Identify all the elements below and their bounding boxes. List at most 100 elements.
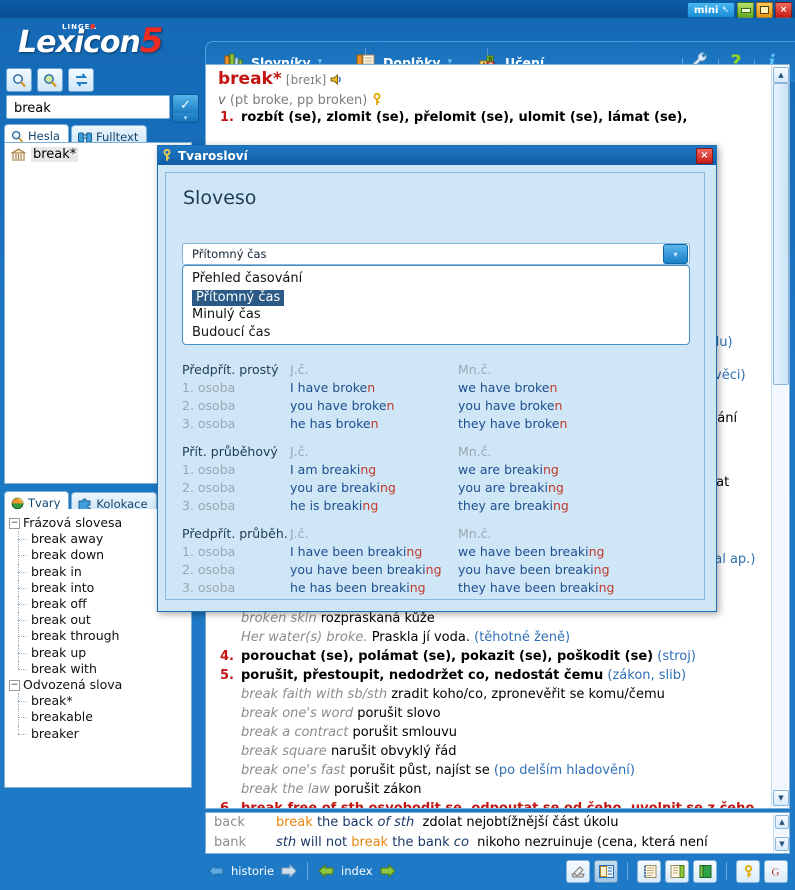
- tree-group[interactable]: − Odvozená slova: [9, 677, 191, 693]
- conjugation-table-present-continuous: Přít. průběhový J.č. Mn.č. 1. osoba I am…: [182, 443, 690, 515]
- phrase-row[interactable]: back break the back of sth zdolat nejobt…: [206, 813, 789, 833]
- scroll-up-button[interactable]: ▲: [773, 67, 789, 83]
- dropdown-option[interactable]: Přehled časování: [183, 270, 689, 288]
- dropdown-option-selected-wrap: Přítomný čas: [183, 288, 689, 306]
- minimize-button[interactable]: [737, 2, 754, 18]
- green-book-icon[interactable]: [693, 859, 717, 883]
- singular-form: I am breaking: [290, 462, 377, 477]
- notes-icon[interactable]: [637, 859, 661, 883]
- phrase-row[interactable]: bank sth will not break the bank co niko…: [206, 833, 789, 853]
- tree-item[interactable]: break*: [9, 693, 191, 710]
- key-icon[interactable]: [371, 92, 383, 108]
- toolbar-divider: [726, 862, 727, 880]
- search-icon[interactable]: [6, 68, 32, 92]
- dropdown-option[interactable]: Budoucí čas: [183, 324, 689, 342]
- check-icon: ✓: [180, 97, 191, 113]
- search-options-dropdown[interactable]: ▾: [172, 113, 199, 123]
- phrases-scroll-up[interactable]: ▲: [775, 815, 789, 829]
- index-forward-button[interactable]: [377, 861, 399, 881]
- notepad-icon[interactable]: [665, 859, 689, 883]
- list-item-label: break*: [31, 147, 79, 162]
- index-back-button[interactable]: [315, 861, 337, 881]
- example-cz: porušit slovo: [357, 706, 441, 721]
- plural-header: Mn.č.: [458, 526, 492, 541]
- table-row: 3. osoba he is breaking they are breakin…: [182, 497, 690, 515]
- sense-line: 5. porušit, přestoupit, nedodržet co, ned…: [218, 666, 767, 685]
- tree-item[interactable]: break through: [9, 628, 191, 645]
- maximize-button[interactable]: [756, 2, 773, 18]
- table-header-row: Předpřít. prostý J.č. Mn.č.: [182, 361, 690, 379]
- tree-item[interactable]: break with: [9, 660, 191, 677]
- tense-select[interactable]: Přítomný čas ▾: [182, 243, 690, 265]
- sense-text: break free of sth osvobodit se, odpoutat…: [241, 801, 760, 809]
- mini-label: mini: [694, 4, 719, 16]
- sense-number: 4.: [220, 649, 234, 664]
- pronounce-icon[interactable]: [566, 859, 590, 883]
- close-button[interactable]: ×: [775, 2, 792, 18]
- mini-mode-button[interactable]: mini ➴: [687, 2, 735, 18]
- speaker-icon[interactable]: [330, 73, 344, 88]
- example-cz: porušit smlouvu: [352, 725, 458, 740]
- grammar-icon[interactable]: G: [764, 859, 788, 883]
- singular-header: J.č.: [290, 526, 309, 541]
- singular-form: you have been breaking: [290, 562, 442, 577]
- key-icon: [163, 149, 171, 161]
- article-body-lower: broken skin rozpraskaná kůže Her water(s…: [218, 609, 767, 809]
- example-cz: porušit zákon: [334, 782, 422, 797]
- dropdown-option-selected[interactable]: Přítomný čas: [192, 290, 285, 306]
- tense-dropdown-list[interactable]: Přehled časování Přítomný čas Minulý čas…: [182, 265, 690, 345]
- app-logo: LINGEA Lexicon5: [18, 21, 164, 61]
- close-icon: ×: [779, 5, 788, 15]
- example-cz: zradit koho/co, zpronevěřit se komu/čemu: [391, 687, 665, 702]
- history-forward-button[interactable]: [278, 861, 300, 881]
- tense-select-box[interactable]: Přítomný čas: [182, 243, 690, 265]
- flashcards-icon[interactable]: [594, 859, 618, 883]
- tree-item[interactable]: break up: [9, 644, 191, 662]
- dialog-heading: Sloveso: [183, 187, 257, 209]
- advanced-search-icon[interactable]: [37, 68, 63, 92]
- dropdown-option[interactable]: Minulý čas: [183, 306, 689, 324]
- dialog-close-button[interactable]: ×: [696, 147, 713, 164]
- tree-item[interactable]: break out: [9, 612, 191, 629]
- cursor-icon: ➴: [721, 5, 729, 15]
- person-label: 2. osoba: [182, 562, 236, 577]
- tree-group-label: Frázová slovesa: [23, 515, 123, 530]
- window-title-bar: mini ➴ ×: [0, 0, 795, 18]
- tree-item[interactable]: breaker: [9, 725, 191, 742]
- key-icon[interactable]: [736, 859, 760, 883]
- example-en: Her water(s) broke.: [241, 630, 368, 645]
- phrases-panel[interactable]: back break the back of sth zdolat nejobt…: [205, 812, 790, 854]
- person-label: 1. osoba: [182, 380, 236, 395]
- chevron-down-icon[interactable]: ▾: [663, 244, 688, 264]
- phrases-scroll-down[interactable]: ▼: [775, 837, 789, 851]
- plural-form: we are breaking: [458, 462, 559, 477]
- article-scrollbar[interactable]: ▲ ▼: [771, 66, 789, 807]
- tree-item-label: breaker: [31, 725, 79, 741]
- phrases-scrollbar[interactable]: ▲ ▼: [773, 814, 789, 852]
- sense-line: 1. rozbít (se), zlomit (se), přelomit (s…: [218, 109, 779, 127]
- plural-form: we have been breaking: [458, 544, 605, 559]
- tree-item[interactable]: breakable: [9, 709, 191, 726]
- tense-select-value: Přítomný čas: [192, 247, 267, 261]
- search-row: ✓ ▾: [6, 94, 199, 123]
- swap-languages-icon[interactable]: [68, 68, 94, 92]
- collapse-toggle-icon[interactable]: −: [9, 518, 20, 529]
- person-label: 2. osoba: [182, 480, 236, 495]
- morphology-dialog[interactable]: Tvarosloví × Sloveso Přítomný čas ▾ Přeh…: [157, 145, 717, 612]
- example-cz: rozpraskaná kůže: [320, 611, 435, 626]
- plural-form: they have been breaking: [458, 580, 615, 595]
- plural-form: you are breaking: [458, 480, 564, 495]
- history-back-button[interactable]: [205, 861, 227, 881]
- scroll-thumb[interactable]: [773, 83, 789, 385]
- sense-note: (zákon, slib): [607, 668, 687, 683]
- example-cz: Praskla jí voda.: [371, 630, 470, 645]
- dialog-body: Sloveso Přítomný čas ▾ Přehled časování …: [165, 172, 705, 600]
- collapse-toggle-icon[interactable]: −: [9, 680, 20, 692]
- search-input[interactable]: [12, 97, 168, 119]
- example-line: Her water(s) broke. Praskla jí voda. (tě…: [218, 628, 767, 647]
- logo-version: 5: [139, 21, 164, 61]
- article-headword-line: break* [breɪk]: [218, 70, 779, 90]
- singular-form: you are breaking: [290, 480, 396, 495]
- scroll-down-button[interactable]: ▼: [773, 790, 789, 806]
- search-input-wrap[interactable]: [6, 95, 170, 119]
